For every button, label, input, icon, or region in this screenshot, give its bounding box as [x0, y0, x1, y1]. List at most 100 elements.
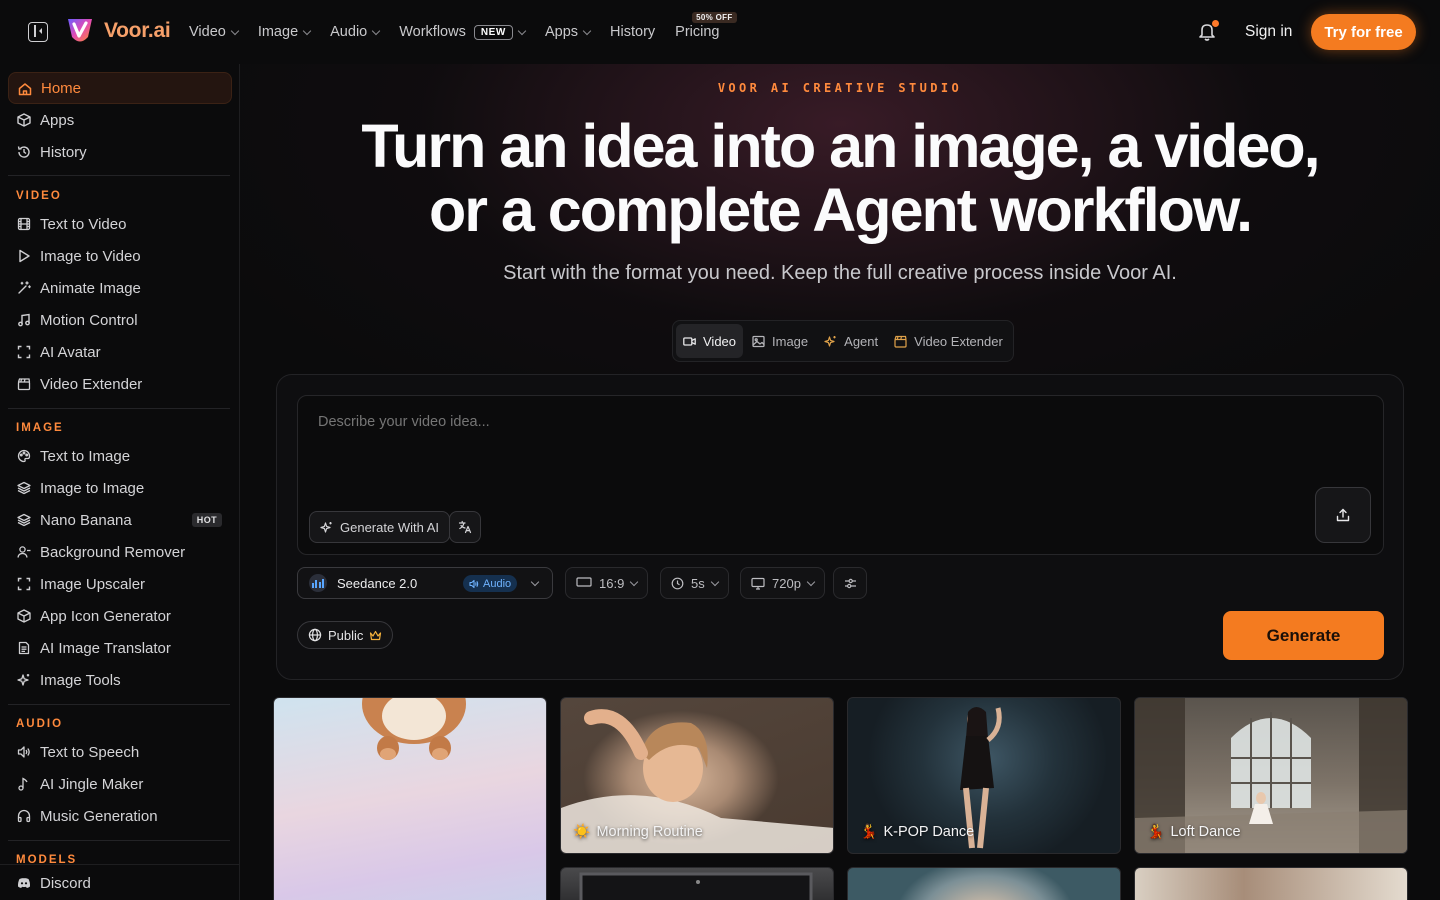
resolution-select[interactable]: 720p: [740, 567, 825, 599]
globe-icon: [308, 628, 322, 642]
model-name: Seedance 2.0: [337, 575, 418, 591]
hero-headline-line-2: or a complete Agent workflow.: [428, 176, 1253, 244]
card-emoji: 💃: [1147, 823, 1165, 839]
sidebar-item-motion-control[interactable]: Motion Control: [8, 304, 232, 336]
signin-link[interactable]: Sign in: [1245, 23, 1292, 41]
generate-with-ai-button[interactable]: Generate With AI: [309, 511, 450, 543]
sliders-icon: [844, 578, 856, 588]
aspect-ratio-value: 16:9: [599, 575, 625, 591]
aspect-ratio-select[interactable]: 16:9: [565, 567, 649, 599]
showcase-card-kpop-dance[interactable]: 💃 K-POP Dance: [847, 697, 1121, 854]
tab-agent[interactable]: Agent: [817, 324, 885, 358]
sidebar-item-image-tools[interactable]: Image Tools: [8, 664, 232, 696]
card-emoji: 💃: [860, 823, 878, 839]
showcase-card-room[interactable]: [1134, 867, 1408, 900]
visibility-toggle[interactable]: Public: [297, 621, 394, 649]
sidebar-item-label: Video Extender: [40, 375, 143, 393]
duration-select[interactable]: 5s: [660, 567, 729, 599]
film-icon: [17, 217, 31, 231]
user-minus-icon: [17, 546, 31, 558]
nav-image[interactable]: Image: [258, 0, 312, 64]
section-label-audio: AUDIO: [16, 718, 64, 730]
sidebar-item-label: Image Tools: [40, 671, 121, 689]
sidebar-item-discord[interactable]: Discord: [8, 867, 232, 899]
tab-label: Video Extender: [914, 333, 1003, 349]
chevron-down-icon: [302, 26, 312, 35]
chevron-down-icon: [710, 577, 719, 586]
sidebar-item-label: App Icon Generator: [40, 607, 171, 625]
sidebar-item-music-generation[interactable]: Music Generation: [8, 800, 232, 832]
sidebar-divider: [8, 175, 230, 176]
resolution-value: 720p: [772, 575, 801, 591]
sidebar-item-image-to-image[interactable]: Image to Image: [8, 472, 232, 504]
nav-audio[interactable]: Audio: [330, 0, 381, 64]
sidebar-item-apps[interactable]: Apps: [8, 104, 232, 136]
audio-badge[interactable]: Audio: [463, 575, 518, 592]
showcase-card-morning-routine[interactable]: ☀️ Morning Routine: [560, 697, 834, 854]
sidebar-item-label: History: [40, 143, 87, 161]
music-note-icon: [18, 313, 30, 327]
advanced-settings-button[interactable]: [833, 567, 867, 599]
voor-logo-icon: [68, 19, 92, 42]
sidebar-item-text-to-video[interactable]: Text to Video: [8, 208, 232, 240]
nav-history[interactable]: History: [610, 0, 655, 64]
showcase-card-monitor[interactable]: [560, 867, 834, 900]
generate-button[interactable]: Generate: [1223, 611, 1384, 660]
sidebar-item-animate-image[interactable]: Animate Image: [8, 272, 232, 304]
sidebar-item-history[interactable]: History: [8, 136, 232, 168]
card-title: Loft Dance: [1170, 823, 1241, 840]
sidebar: Home Apps History VIDEO Text to Video Im…: [0, 64, 240, 900]
sidebar-item-label: Image to Image: [40, 479, 145, 497]
speaker-icon: [469, 579, 479, 588]
nav-pricing-label: Pricing: [675, 24, 720, 40]
prompt-input[interactable]: [318, 414, 1218, 430]
translate-button[interactable]: [449, 511, 481, 543]
try-for-free-button[interactable]: Try for free: [1311, 14, 1416, 50]
showcase-card-loft-dance[interactable]: 💃 Loft Dance: [1134, 697, 1408, 854]
nav-audio-label: Audio: [330, 24, 368, 40]
hot-badge: HOT: [191, 513, 222, 527]
tab-video[interactable]: Video: [676, 324, 744, 358]
sidebar-item-image-upscaler[interactable]: Image Upscaler: [8, 568, 232, 600]
model-select[interactable]: Seedance 2.0 Audio: [297, 567, 553, 599]
sidebar-item-nano-banana[interactable]: Nano Banana HOT: [8, 504, 232, 536]
sidebar-item-background-remover[interactable]: Background Remover: [8, 536, 232, 568]
upload-button[interactable]: [1315, 487, 1371, 543]
sidebar-item-ai-jingle-maker[interactable]: AI Jingle Maker: [8, 768, 232, 800]
speaker-icon: [17, 746, 30, 758]
nav-video[interactable]: Video: [189, 0, 240, 64]
main-content: VOOR AI CREATIVE STUDIO Turn an idea int…: [240, 64, 1440, 900]
tab-label: Video: [703, 333, 737, 349]
tab-video-extender[interactable]: Video Extender: [887, 324, 1010, 358]
sidebar-item-app-icon-generator[interactable]: App Icon Generator: [8, 600, 232, 632]
sidebar-item-video-extender[interactable]: Video Extender: [8, 368, 232, 400]
sidebar-item-text-to-image[interactable]: Text to Image: [8, 440, 232, 472]
sidebar-toggle-icon[interactable]: [28, 22, 48, 42]
sparkles-icon: [320, 521, 332, 533]
brand-logo[interactable]: Voor.ai: [64, 15, 171, 47]
nav-history-label: History: [610, 24, 656, 40]
sidebar-item-label: Nano Banana: [40, 511, 132, 529]
sidebar-item-text-to-speech[interactable]: Text to Speech: [8, 736, 232, 768]
nav-apps[interactable]: Apps: [545, 0, 592, 64]
showcase-card-portrait[interactable]: [847, 867, 1121, 900]
nav-pricing[interactable]: 50% OFF Pricing: [675, 0, 737, 64]
sidebar-item-ai-avatar[interactable]: AI Avatar: [8, 336, 232, 368]
tab-image[interactable]: Image: [745, 324, 815, 358]
sidebar-item-ai-image-translator[interactable]: AI Image Translator: [8, 632, 232, 664]
sidebar-item-label: Text to Speech: [40, 743, 140, 761]
sidebar-item-image-to-video[interactable]: Image to Video: [8, 240, 232, 272]
layers-icon: [17, 513, 31, 527]
nav-video-label: Video: [189, 24, 226, 40]
translate-icon: [458, 520, 472, 534]
aspect-ratio-icon: [576, 577, 592, 587]
nav-workflows[interactable]: Workflows NEW: [399, 0, 527, 64]
duration-value: 5s: [691, 575, 705, 591]
sidebar-item-home[interactable]: Home: [8, 72, 232, 104]
upload-icon: [1336, 508, 1350, 522]
sidebar-item-label: Apps: [40, 111, 75, 129]
section-label-video: VIDEO: [16, 190, 62, 202]
chevron-down-icon: [630, 577, 639, 586]
showcase-card-bear[interactable]: [273, 697, 547, 900]
sidebar-item-label: Background Remover: [40, 543, 186, 561]
